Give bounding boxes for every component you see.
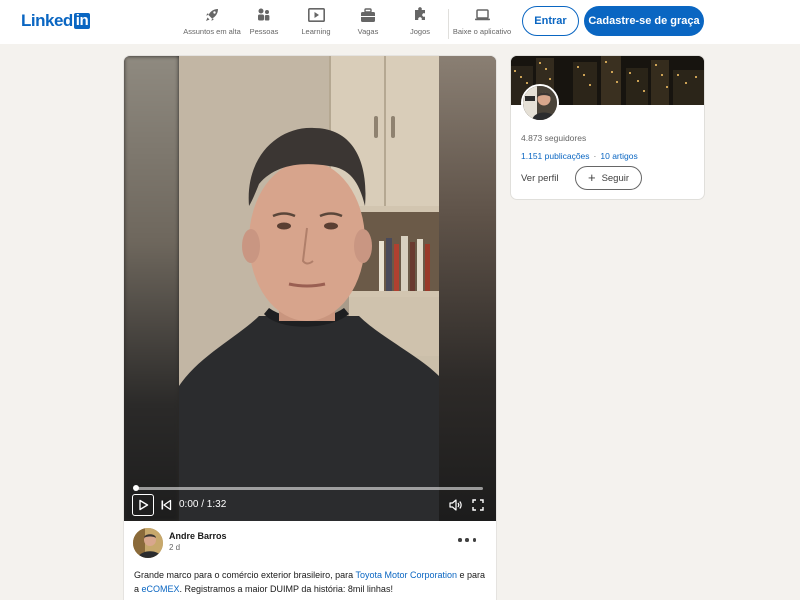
profile-avatar[interactable] [521, 84, 559, 122]
play-button[interactable] [132, 494, 154, 516]
profile-photo [523, 86, 557, 120]
play-icon [139, 499, 149, 511]
logo-in-box: in [73, 12, 91, 29]
rewind-button[interactable] [157, 496, 175, 514]
video-progress-bar[interactable] [135, 487, 483, 490]
video-frame [179, 56, 439, 521]
video-blur-right [439, 56, 496, 521]
linkedin-logo[interactable]: Linked in [21, 11, 91, 31]
profile-stats: 1.151 publicações · 10 artigos [521, 151, 638, 161]
post-body-text: Grande marco para o comércio exterior br… [134, 569, 486, 596]
join-free-button[interactable]: Cadastre-se de graça [584, 6, 704, 36]
video-still-image [179, 56, 439, 521]
video-blur-left [124, 56, 179, 521]
video-progress-thumb[interactable] [133, 485, 139, 491]
dot [458, 538, 462, 542]
nav-label: Assuntos em alta [183, 27, 241, 36]
more-options-button[interactable] [458, 532, 476, 548]
laptop-icon [472, 6, 492, 24]
dot [472, 538, 476, 542]
nav-label: Vagas [357, 27, 379, 36]
post-text-segment: Grande marco para o comércio exterior br… [134, 570, 356, 580]
plus-icon: + [587, 170, 596, 185]
nav-divider [448, 9, 449, 39]
author-avatar[interactable] [133, 528, 163, 558]
fullscreen-button[interactable] [469, 496, 487, 514]
post-timestamp: 2 d [169, 543, 181, 552]
rocket-icon [202, 6, 222, 24]
nav-item-download-app[interactable]: Baixe o aplicativo [451, 6, 513, 39]
nav-label: Pessoas [249, 27, 279, 36]
fullscreen-icon [472, 499, 484, 511]
people-icon [254, 6, 274, 24]
nav-item-jobs[interactable]: Vagas [342, 6, 394, 39]
mention-link-toyota[interactable]: Toyota Motor Corporation [355, 570, 457, 580]
rewind-icon [161, 499, 172, 511]
top-header: Linked in Assuntos em alta Pessoas Learni… [0, 0, 800, 44]
puzzle-icon [410, 6, 430, 24]
follow-button[interactable]: + Seguir [575, 166, 642, 190]
briefcase-icon [358, 6, 378, 24]
nav-label: Jogos [409, 27, 430, 36]
nav-item-learning[interactable]: Learning [290, 6, 342, 39]
follow-button-label: Seguir [601, 172, 630, 184]
video-time: 0:00 / 1:32 [179, 499, 227, 510]
view-profile-link[interactable]: Ver perfil [521, 173, 559, 184]
stats-separator: · [593, 151, 597, 161]
author-name[interactable]: Andre Barros [169, 531, 227, 541]
main-nav: Assuntos em alta Pessoas Learning Vagas … [183, 6, 513, 39]
mention-link-ecomex[interactable]: eCOMEX [142, 584, 180, 594]
nav-item-games[interactable]: Jogos [394, 6, 446, 39]
volume-icon [449, 499, 462, 511]
followers-count: 4.873 seguidores [521, 133, 587, 143]
nav-item-trending[interactable]: Assuntos em alta [183, 6, 241, 39]
sign-in-button[interactable]: Entrar [522, 6, 579, 36]
dot [465, 538, 469, 542]
publications-link[interactable]: 1.151 publicações [521, 151, 590, 161]
nav-item-people[interactable]: Pessoas [238, 6, 290, 39]
post-card: 0:00 / 1:32 Andre Barros 2 d Grande marc… [124, 56, 496, 600]
volume-button[interactable] [447, 496, 465, 514]
nav-label: Baixe o aplicativo [452, 27, 512, 36]
articles-link[interactable]: 10 artigos [600, 151, 637, 161]
profile-card: 4.873 seguidores 1.151 publicações · 10 … [511, 56, 704, 199]
nav-label: Learning [301, 27, 331, 36]
video-player[interactable]: 0:00 / 1:32 [124, 56, 496, 521]
play-icon [306, 6, 326, 24]
post-text-segment: . Registramos a maior DUIMP da história:… [179, 583, 393, 594]
logo-text: Linked [21, 11, 73, 30]
author-photo [133, 528, 163, 558]
